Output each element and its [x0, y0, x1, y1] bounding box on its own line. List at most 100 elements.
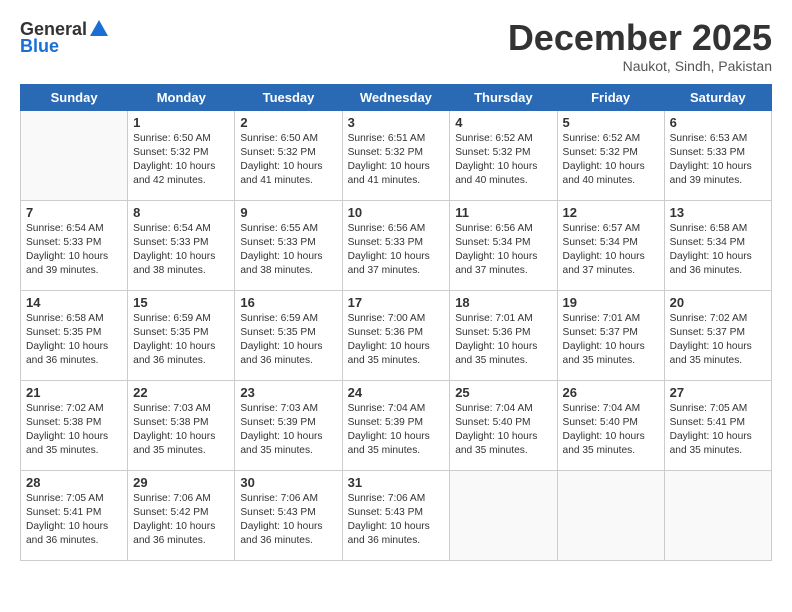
- cell-info: Sunrise: 6:50 AM Sunset: 5:32 PM Daylight:…: [240, 132, 336, 189]
- calendar-cell: 4Sunrise: 6:52 AMSunset: 5:32 PMDaylight…: [450, 110, 557, 200]
- location-subtitle: Naukot, Sindh, Pakistan: [508, 58, 772, 74]
- day-number: 26: [563, 385, 659, 400]
- calendar-cell: 29Sunrise: 7:06 AMSunset: 5:42 PMDayligh…: [128, 470, 235, 560]
- sunrise-label: Sunrise: 6:57 AM: [563, 223, 641, 234]
- col-sunday: Sunday: [21, 84, 128, 110]
- calendar-cell: 6Sunrise: 6:53 AMSunset: 5:33 PMDaylight…: [664, 110, 771, 200]
- day-number: 21: [26, 385, 122, 400]
- calendar-cell: 15 Sunrise: 6:59 AMSunset: 5:35 PMDayligh…: [128, 290, 235, 380]
- day-number: 30: [240, 475, 336, 490]
- sunrise-label: Sunrise: 6:54 AM: [26, 223, 104, 234]
- day-number: 3: [348, 115, 445, 130]
- calendar-cell: 19Sunrise: 7:01 AMSunset: 5:37 PMDayligh…: [557, 290, 664, 380]
- day-number: 13: [670, 205, 766, 220]
- daylight-label: Daylight: 10 hours and 35 minutes.: [26, 431, 108, 456]
- col-saturday: Saturday: [664, 84, 771, 110]
- daylight-label: Daylight: 10 hours and 37 minutes.: [563, 251, 645, 276]
- calendar-cell: 26 Sunrise: 7:04 AMSunset: 5:40 PMDayligh…: [557, 380, 664, 470]
- cell-info: Sunrise: 6:54 AMSunset: 5:33 PMDaylight:…: [133, 222, 229, 279]
- calendar-cell: 3Sunrise: 6:51 AMSunset: 5:32 PMDaylight…: [342, 110, 450, 200]
- daylight-label: Daylight: 10 hours and 35 minutes.: [455, 341, 537, 366]
- daylight-label: Daylight: 10 hours and 38 minutes.: [240, 251, 322, 276]
- sunset-label: Sunset: 5:38 PM: [133, 417, 208, 428]
- cell-info: Sunrise: 7:04 AMSunset: 5:40 PMDaylight:…: [563, 402, 659, 459]
- calendar-week-row: 21 Sunrise: 7:02 AM Sunset: 5:38 PM Dayligh…: [21, 380, 772, 470]
- day-number: 2: [240, 115, 336, 130]
- day-number: 4: [455, 115, 551, 130]
- sunrise-label: Sunrise: 7:06 AM: [240, 493, 318, 504]
- daylight-label: Daylight: 10 hours and 35 minutes.: [670, 431, 752, 456]
- sunrise-label: Sunrise: 6:50 AM: [133, 133, 211, 144]
- sunrise-label: Sunrise: 7:00 AM: [348, 313, 426, 324]
- daylight-label: Daylight: 10 hours and 35 minutes.: [563, 341, 645, 366]
- sunset-label: Sunset: 5:33 PM: [26, 237, 101, 248]
- day-number: 29: [133, 475, 229, 490]
- calendar-cell: 30Sunrise: 7:06 AMSunset: 5:43 PMDayligh…: [235, 470, 342, 560]
- sunset-label: Sunset: 5:34 PM: [670, 237, 745, 248]
- daylight-label: Daylight: 10 hours and 36 minutes.: [348, 521, 430, 546]
- sunrise-label: Sunrise: 6:52 AM: [455, 133, 533, 144]
- sunset-label: Sunset: 5:33 PM: [240, 237, 315, 248]
- sunset-label: Sunset: 5:39 PM: [240, 417, 315, 428]
- sunset-label: Sunset: 5:32 PM: [455, 147, 530, 158]
- logo-blue-text: Blue: [20, 36, 59, 57]
- cell-info: Sunrise: 6:52 AMSunset: 5:32 PMDaylight:…: [563, 132, 659, 189]
- daylight-label: Daylight: 10 hours and 35 minutes.: [670, 341, 752, 366]
- sunset-label: Sunset: 5:40 PM: [563, 417, 638, 428]
- day-number: 14: [26, 295, 122, 310]
- sunrise-label: Sunrise: 6:56 AM: [455, 223, 533, 234]
- cell-info: Sunrise: 6:57 AMSunset: 5:34 PMDaylight:…: [563, 222, 659, 279]
- calendar-cell: 20Sunrise: 7:02 AMSunset: 5:37 PMDayligh…: [664, 290, 771, 380]
- sunset-label: Sunset: 5:33 PM: [348, 237, 423, 248]
- calendar-cell: [664, 470, 771, 560]
- sunrise-label: Sunrise: 6:58 AM: [670, 223, 748, 234]
- day-number: 18: [455, 295, 551, 310]
- sunset-label: Sunset: 5:43 PM: [240, 507, 315, 518]
- sunrise-label: Sunrise: 7:05 AM: [670, 403, 748, 414]
- daylight-label: Daylight: 10 hours and 41 minutes.: [348, 161, 430, 186]
- calendar-cell: 21Sunrise: 7:02 AMSunset: 5:38 PMDayligh…: [21, 380, 128, 470]
- col-wednesday: Wednesday: [342, 84, 450, 110]
- sunset-label: Sunset: 5:33 PM: [133, 237, 208, 248]
- sunrise-label: Sunrise: 6:51 AM: [348, 133, 426, 144]
- daylight-label: Daylight: 10 hours and 41 minutes.: [240, 161, 322, 186]
- sunrise-label: Sunrise: 7:01 AM: [563, 313, 641, 324]
- sunrise-label: Sunrise: 7:03 AM: [240, 403, 318, 414]
- col-friday: Friday: [557, 84, 664, 110]
- cell-info: Sunrise: 6:53 AMSunset: 5:33 PMDaylight:…: [670, 132, 766, 189]
- sunrise-label: Sunrise: 6:56 AM: [348, 223, 426, 234]
- sunrise-label: Sunrise: 6:58 AM: [26, 313, 104, 324]
- cell-info: Sunrise: 7:01 AMSunset: 5:36 PMDaylight:…: [455, 312, 551, 369]
- daylight-label: Daylight: 10 hours and 35 minutes.: [563, 431, 645, 456]
- day-number: 12: [563, 205, 659, 220]
- col-monday: Monday: [128, 84, 235, 110]
- cell-info: Sunrise: 6:58 AMSunset: 5:35 PMDaylight:…: [26, 312, 122, 369]
- daylight-label: Daylight: 10 hours and 36 minutes.: [133, 521, 215, 546]
- sunset-label: Sunset: 5:37 PM: [563, 327, 638, 338]
- daylight-label: Daylight: 10 hours and 37 minutes.: [348, 251, 430, 276]
- daylight-label: Daylight: 10 hours and 35 minutes.: [455, 431, 537, 456]
- col-tuesday: Tuesday: [235, 84, 342, 110]
- calendar-cell: 9Sunrise: 6:55 AMSunset: 5:33 PMDaylight…: [235, 200, 342, 290]
- cell-info: Sunrise: 6:56 AM Sunset: 5:33 PM Daylight:…: [348, 222, 445, 279]
- calendar-cell: 31Sunrise: 7:06 AMSunset: 5:43 PMDayligh…: [342, 470, 450, 560]
- day-number: 11: [455, 205, 551, 220]
- calendar-cell: 14 Sunrise: 6:58 AMSunset: 5:35 PMDayligh…: [21, 290, 128, 380]
- daylight-label: Daylight: 10 hours and 37 minutes.: [455, 251, 537, 276]
- day-number: 23: [240, 385, 336, 400]
- calendar-cell: 2 Sunrise: 6:50 AM Sunset: 5:32 PM Daylight…: [235, 110, 342, 200]
- cell-info: Sunrise: 7:06 AMSunset: 5:43 PMDaylight:…: [240, 492, 336, 549]
- sunrise-label: Sunrise: 7:02 AM: [26, 403, 104, 414]
- calendar-cell: 17Sunrise: 7:00 AMSunset: 5:36 PMDayligh…: [342, 290, 450, 380]
- sunset-label: Sunset: 5:32 PM: [240, 147, 315, 158]
- calendar-cell: 25Sunrise: 7:04 AMSunset: 5:40 PMDayligh…: [450, 380, 557, 470]
- sunset-label: Sunset: 5:43 PM: [348, 507, 423, 518]
- daylight-label: Daylight: 10 hours and 35 minutes.: [348, 431, 430, 456]
- day-number: 27: [670, 385, 766, 400]
- sunrise-label: Sunrise: 6:59 AM: [240, 313, 318, 324]
- day-number: 15: [133, 295, 229, 310]
- logo: General Blue: [20, 18, 110, 57]
- cell-info: Sunrise: 6:59 AMSunset: 5:35 PMDaylight:…: [133, 312, 229, 369]
- cell-info: Sunrise: 7:04 AMSunset: 5:39 PMDaylight:…: [348, 402, 445, 459]
- sunrise-label: Sunrise: 6:50 AM: [240, 133, 318, 144]
